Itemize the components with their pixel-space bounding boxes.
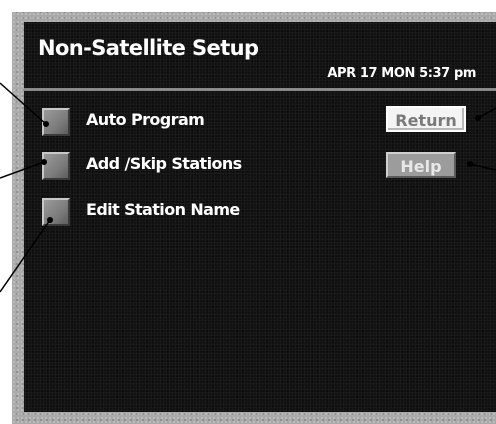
menu-item-square-icon [42, 152, 70, 180]
help-button[interactable]: Help [386, 152, 456, 178]
menu-item-square-icon [42, 198, 70, 226]
tv-screen: Non-Satellite Setup APR 17 MON 5:37 pm A… [24, 22, 496, 412]
return-button[interactable]: Return [386, 106, 466, 132]
menu-item-label: Add /Skip Stations [86, 154, 242, 173]
menu-item-square-icon [42, 108, 70, 136]
page-title: Non-Satellite Setup [38, 36, 259, 60]
manual-illustration: Non-Satellite Setup APR 17 MON 5:37 pm A… [0, 0, 496, 424]
date-time-display: APR 17 MON 5:37 pm [327, 66, 476, 81]
header-divider [24, 88, 496, 91]
menu-item-label: Auto Program [86, 110, 205, 129]
menu-item-label: Edit Station Name [86, 200, 240, 219]
